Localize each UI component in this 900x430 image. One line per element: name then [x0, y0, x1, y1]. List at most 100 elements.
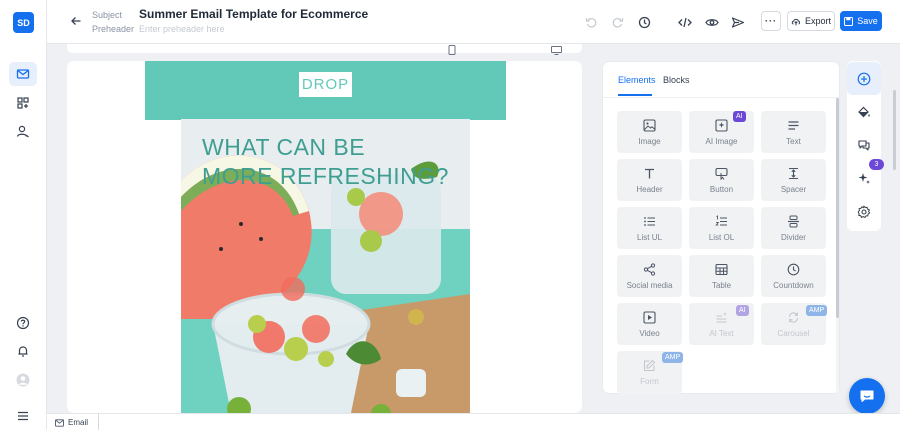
mail-icon: [55, 418, 64, 427]
preview-button[interactable]: [702, 12, 722, 32]
element-video[interactable]: Video: [617, 303, 682, 345]
hamburger-icon: [16, 409, 30, 423]
nav-menu-button[interactable]: [9, 404, 37, 428]
plus-circle-icon: [857, 72, 871, 86]
export-button[interactable]: Export: [787, 11, 835, 31]
list-ol-icon: [715, 214, 728, 228]
nav-contacts-button[interactable]: [9, 119, 37, 143]
nav-profile-button[interactable]: [9, 368, 37, 392]
nav-email-button[interactable]: [9, 62, 37, 86]
element-header[interactable]: Header: [617, 159, 682, 201]
video-icon: [643, 310, 656, 324]
nav-templates-button[interactable]: [9, 91, 37, 115]
help-icon: [16, 316, 30, 330]
element-button[interactable]: Button: [689, 159, 754, 201]
breadcrumb-email[interactable]: Email: [55, 414, 100, 430]
email-headline[interactable]: WHAT CAN BE MORE REFRESHING?: [202, 133, 449, 191]
top-bar: Subject Preheader Summer Email Template …: [47, 0, 900, 44]
settings-button[interactable]: [847, 195, 881, 228]
subject-label: Subject: [92, 10, 123, 20]
ai-count-badge: 3: [869, 159, 884, 170]
element-list-ul-label: List UL: [637, 232, 662, 242]
clock-icon: [787, 263, 800, 276]
bell-icon: [16, 344, 30, 358]
headline-line-2: MORE REFRESHING?: [202, 163, 449, 189]
email-canvas[interactable]: DROP: [67, 61, 582, 413]
undo-icon: [585, 16, 598, 29]
panel-scrollbar[interactable]: [836, 98, 839, 393]
code-view-button[interactable]: [675, 12, 695, 32]
users-icon: [16, 124, 30, 138]
mobile-view-button[interactable]: [448, 45, 456, 55]
chat-icon: [857, 138, 871, 152]
preheader-label: Preheader: [92, 24, 135, 34]
history-button[interactable]: [634, 12, 654, 32]
table-icon: [715, 263, 728, 276]
divider-icon: [787, 215, 800, 228]
element-table[interactable]: Table: [689, 255, 754, 297]
left-navigation: SD: [0, 0, 47, 430]
send-test-button[interactable]: [728, 12, 748, 32]
share-icon: [643, 262, 656, 276]
subject-title[interactable]: Summer Email Template for Ecommerce: [139, 7, 368, 21]
panel-scrollbar-thumb[interactable]: [836, 98, 839, 318]
element-list-ul[interactable]: List UL: [617, 207, 682, 249]
avatar: [16, 373, 30, 387]
element-video-label: Video: [639, 328, 660, 338]
save-icon: [844, 16, 854, 26]
element-ai-image-label: AI Image: [705, 136, 738, 146]
more-options-button[interactable]: ···: [761, 11, 781, 31]
arrow-left-icon: [70, 15, 82, 27]
right-toolbar: 3: [847, 61, 884, 231]
comments-button[interactable]: [847, 128, 881, 161]
redo-button[interactable]: [607, 12, 627, 32]
carousel-icon: [787, 311, 800, 324]
undo-button[interactable]: [581, 12, 601, 32]
element-button-label: Button: [709, 184, 734, 194]
eye-icon: [705, 16, 719, 29]
element-image[interactable]: Image: [617, 111, 682, 153]
amp-badge: AMP: [806, 305, 828, 316]
ai-badge: AI: [736, 305, 749, 316]
tabs-divider: [603, 97, 839, 98]
element-form-label: Form: [640, 377, 659, 386]
nav-notifications-button[interactable]: [9, 339, 37, 363]
back-button[interactable]: [66, 11, 86, 31]
element-table-label: Table: [711, 280, 732, 290]
nav-help-button[interactable]: [9, 311, 37, 335]
page-scrollbar[interactable]: [893, 90, 896, 170]
element-list-ol[interactable]: List OL: [689, 207, 754, 249]
element-text-label: Text: [786, 136, 801, 146]
code-icon: [678, 16, 692, 29]
element-list-ol-label: List OL: [708, 232, 735, 242]
element-social-media-label: Social media: [626, 280, 673, 290]
app-logo[interactable]: SD: [13, 12, 34, 33]
chat-bubble-icon: [859, 388, 875, 404]
element-ai-text-label: AI Text: [709, 328, 734, 338]
desktop-view-button[interactable]: [551, 46, 562, 55]
element-social-media[interactable]: Social media: [617, 255, 682, 297]
save-button[interactable]: Save: [840, 11, 882, 31]
send-icon: [731, 16, 745, 29]
paint-bucket-icon: [857, 105, 871, 119]
tab-blocks[interactable]: Blocks: [663, 75, 690, 85]
style-button[interactable]: [847, 95, 881, 128]
element-spacer-label: Spacer: [780, 184, 807, 194]
element-spacer[interactable]: Spacer: [761, 159, 826, 201]
canvas-top-strip: [67, 44, 582, 53]
add-element-button[interactable]: [847, 62, 881, 95]
header-icon: [643, 167, 656, 180]
amp-badge: AMP: [662, 352, 684, 363]
element-text[interactable]: Text: [761, 111, 826, 153]
image-icon: [643, 118, 656, 132]
element-countdown[interactable]: Countdown: [761, 255, 826, 297]
tab-elements[interactable]: Elements: [618, 75, 656, 85]
tab-active-indicator: [618, 94, 652, 96]
element-divider[interactable]: Divider: [761, 207, 826, 249]
redo-icon: [611, 16, 624, 29]
form-icon: [643, 359, 656, 372]
mail-icon: [16, 67, 30, 81]
bottom-breadcrumb-bar: Email: [47, 413, 900, 430]
support-chat-button[interactable]: [849, 378, 885, 414]
preheader-input[interactable]: Enter preheader here: [139, 24, 225, 34]
